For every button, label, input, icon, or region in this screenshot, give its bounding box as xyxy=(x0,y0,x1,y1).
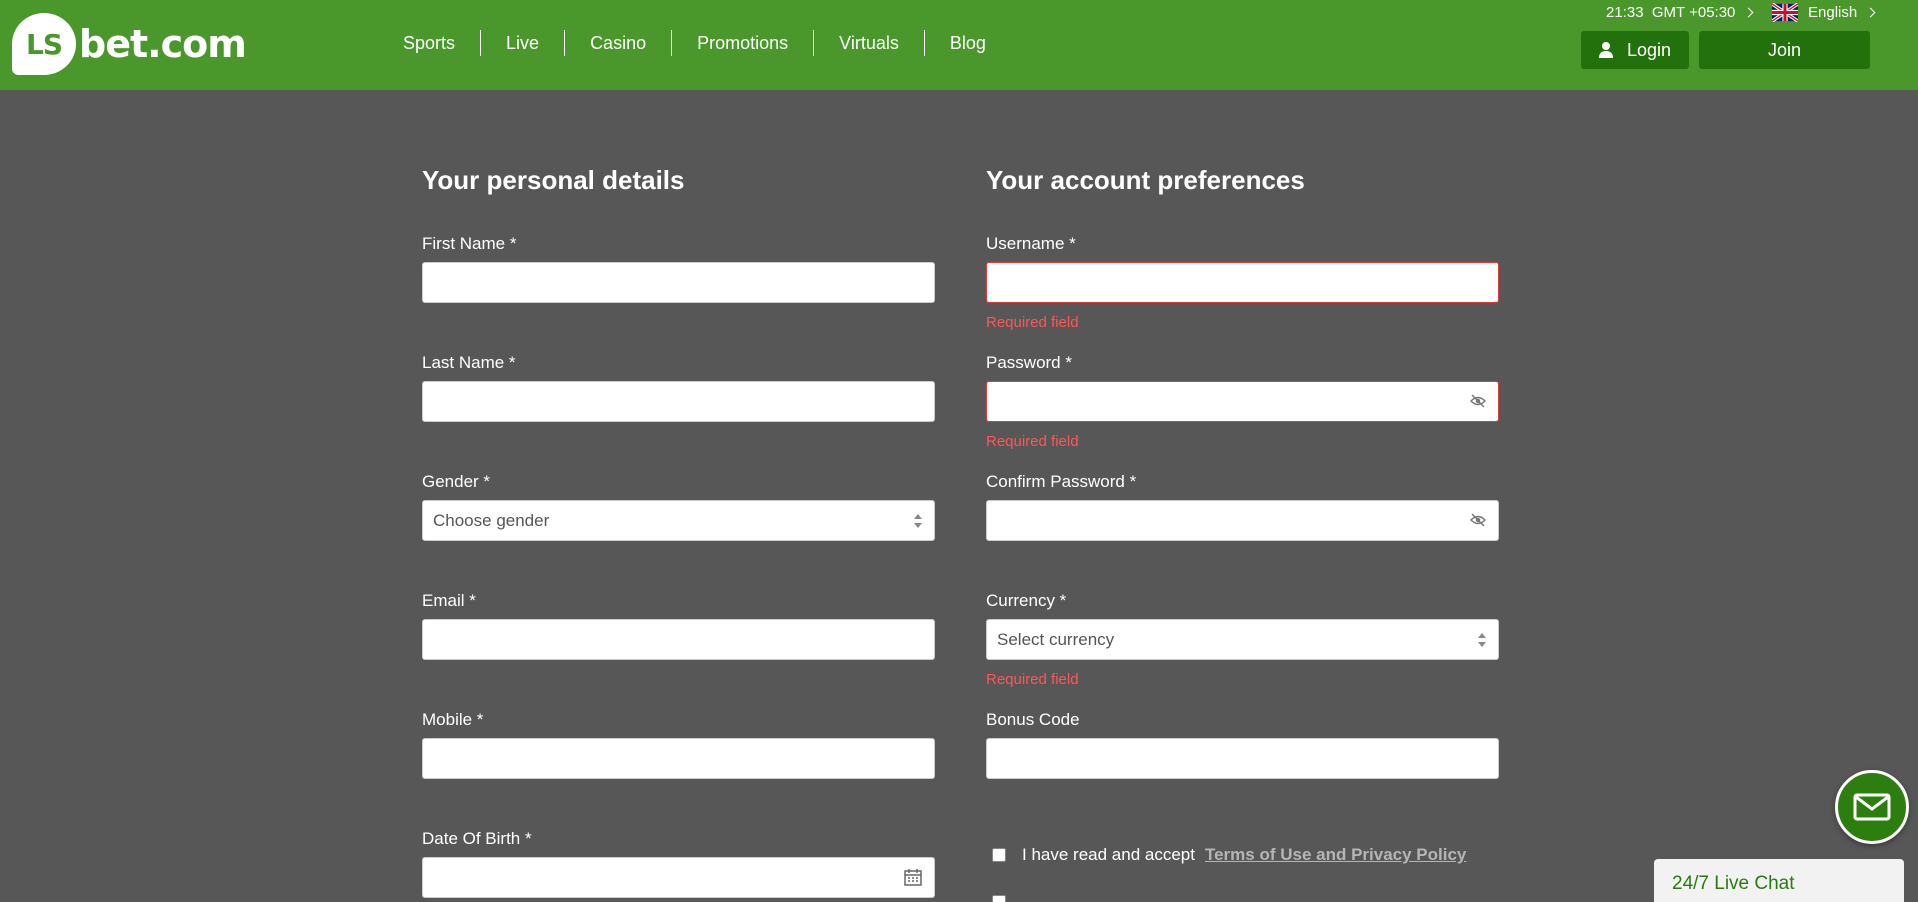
confirm-password-label: Confirm Password * xyxy=(986,472,1137,491)
first-name-input[interactable] xyxy=(422,262,935,303)
nav-promotions[interactable]: Promotions xyxy=(671,30,813,56)
dob-label: Date Of Birth * xyxy=(422,829,532,848)
password-input[interactable] xyxy=(986,381,1499,422)
bonus-code-input[interactable] xyxy=(986,738,1499,779)
currency-value: Select currency xyxy=(997,629,1115,649)
password-field: Password * Required field xyxy=(986,353,1499,450)
nav-blog[interactable]: Blog xyxy=(923,30,1011,56)
gender-select[interactable]: Choose gender xyxy=(422,500,935,541)
logo-badge: LS xyxy=(12,13,76,75)
personal-details-title: Your personal details xyxy=(422,165,685,195)
time-text: 21:33 GMT +05:30 xyxy=(1606,4,1736,21)
confirm-password-field: Confirm Password * xyxy=(986,472,1499,541)
currency-error: Required field xyxy=(986,671,1079,688)
live-chat-bar[interactable]: 24/7 Live Chat xyxy=(1654,859,1904,902)
newsletter-checkbox[interactable] xyxy=(992,895,1006,902)
terms-link[interactable]: Terms of Use and Privacy Policy xyxy=(1205,845,1466,865)
join-button[interactable]: Join xyxy=(1699,31,1870,69)
main-nav: Sports Live Casino Promotions Virtuals B… xyxy=(378,30,1011,56)
logo-text: bet.com xyxy=(79,22,247,66)
email-input[interactable] xyxy=(422,619,935,660)
nav-sports[interactable]: Sports xyxy=(378,30,480,56)
last-name-field: Last Name * xyxy=(422,353,935,422)
username-field: Username * Required field xyxy=(986,234,1499,331)
last-name-input[interactable] xyxy=(422,381,935,422)
first-name-label: First Name * xyxy=(422,234,517,253)
first-name-field: First Name * xyxy=(422,234,935,303)
chevron-right-icon xyxy=(1743,7,1754,18)
account-preferences-title: Your account preferences xyxy=(986,165,1305,195)
email-field: Email * xyxy=(422,591,935,660)
password-label: Password * xyxy=(986,353,1072,372)
currency-select[interactable]: Select currency xyxy=(986,619,1499,660)
eye-slash-icon[interactable] xyxy=(1470,394,1486,408)
mobile-field: Mobile * xyxy=(422,710,935,779)
time-selector[interactable]: 21:33 GMT +05:30 xyxy=(1606,4,1754,21)
sort-arrows-icon xyxy=(914,514,922,528)
nav-virtuals[interactable]: Virtuals xyxy=(813,30,924,56)
uk-flag-icon xyxy=(1772,3,1798,22)
calendar-icon[interactable] xyxy=(904,868,922,886)
bonus-code-field: Bonus Code xyxy=(986,710,1499,779)
username-error: Required field xyxy=(986,314,1079,331)
sort-arrows-icon xyxy=(1478,633,1486,647)
terms-row: I have read and accept Terms of Use and … xyxy=(992,845,1466,865)
account-preferences-section: Your account preferences Username * Requ… xyxy=(986,165,1499,779)
last-name-label: Last Name * xyxy=(422,353,516,372)
personal-details-section: Your personal details First Name * Last … xyxy=(422,165,935,898)
eye-slash-icon[interactable] xyxy=(1470,513,1486,527)
bonus-code-label: Bonus Code xyxy=(986,710,1080,729)
login-label: Login xyxy=(1626,39,1672,60)
mobile-label: Mobile * xyxy=(422,710,484,729)
login-button[interactable]: Login xyxy=(1581,31,1689,69)
username-label: Username * xyxy=(986,234,1076,253)
mobile-input[interactable] xyxy=(422,738,935,779)
gender-label: Gender * xyxy=(422,472,491,491)
contact-button[interactable] xyxy=(1835,770,1909,844)
username-input[interactable] xyxy=(986,262,1499,303)
envelope-icon xyxy=(1853,793,1891,821)
confirm-password-input[interactable] xyxy=(986,500,1499,541)
user-icon xyxy=(1598,42,1613,58)
dob-field: Date Of Birth * xyxy=(422,829,935,898)
live-chat-label: 24/7 Live Chat xyxy=(1672,873,1795,894)
gender-value: Choose gender xyxy=(433,510,550,530)
language-label: English xyxy=(1808,4,1858,21)
terms-checkbox[interactable] xyxy=(992,848,1006,862)
chevron-right-icon xyxy=(1865,7,1876,18)
currency-label: Currency * xyxy=(986,591,1067,610)
join-label: Join xyxy=(1767,39,1802,60)
currency-field: Currency * Select currency Required fiel… xyxy=(986,591,1499,688)
nav-casino[interactable]: Casino xyxy=(564,30,671,56)
password-error: Required field xyxy=(986,433,1079,450)
nav-live[interactable]: Live xyxy=(480,30,564,56)
top-header: LS bet.com Sports Live Casino Promotions… xyxy=(0,0,1918,90)
language-selector[interactable]: English xyxy=(1772,3,1876,22)
gender-field: Gender * Choose gender xyxy=(422,472,935,541)
dob-input[interactable] xyxy=(422,857,935,898)
email-label: Email * xyxy=(422,591,476,610)
terms-text: I have read and accept xyxy=(1022,845,1195,864)
site-logo[interactable]: LS bet.com xyxy=(12,13,247,75)
